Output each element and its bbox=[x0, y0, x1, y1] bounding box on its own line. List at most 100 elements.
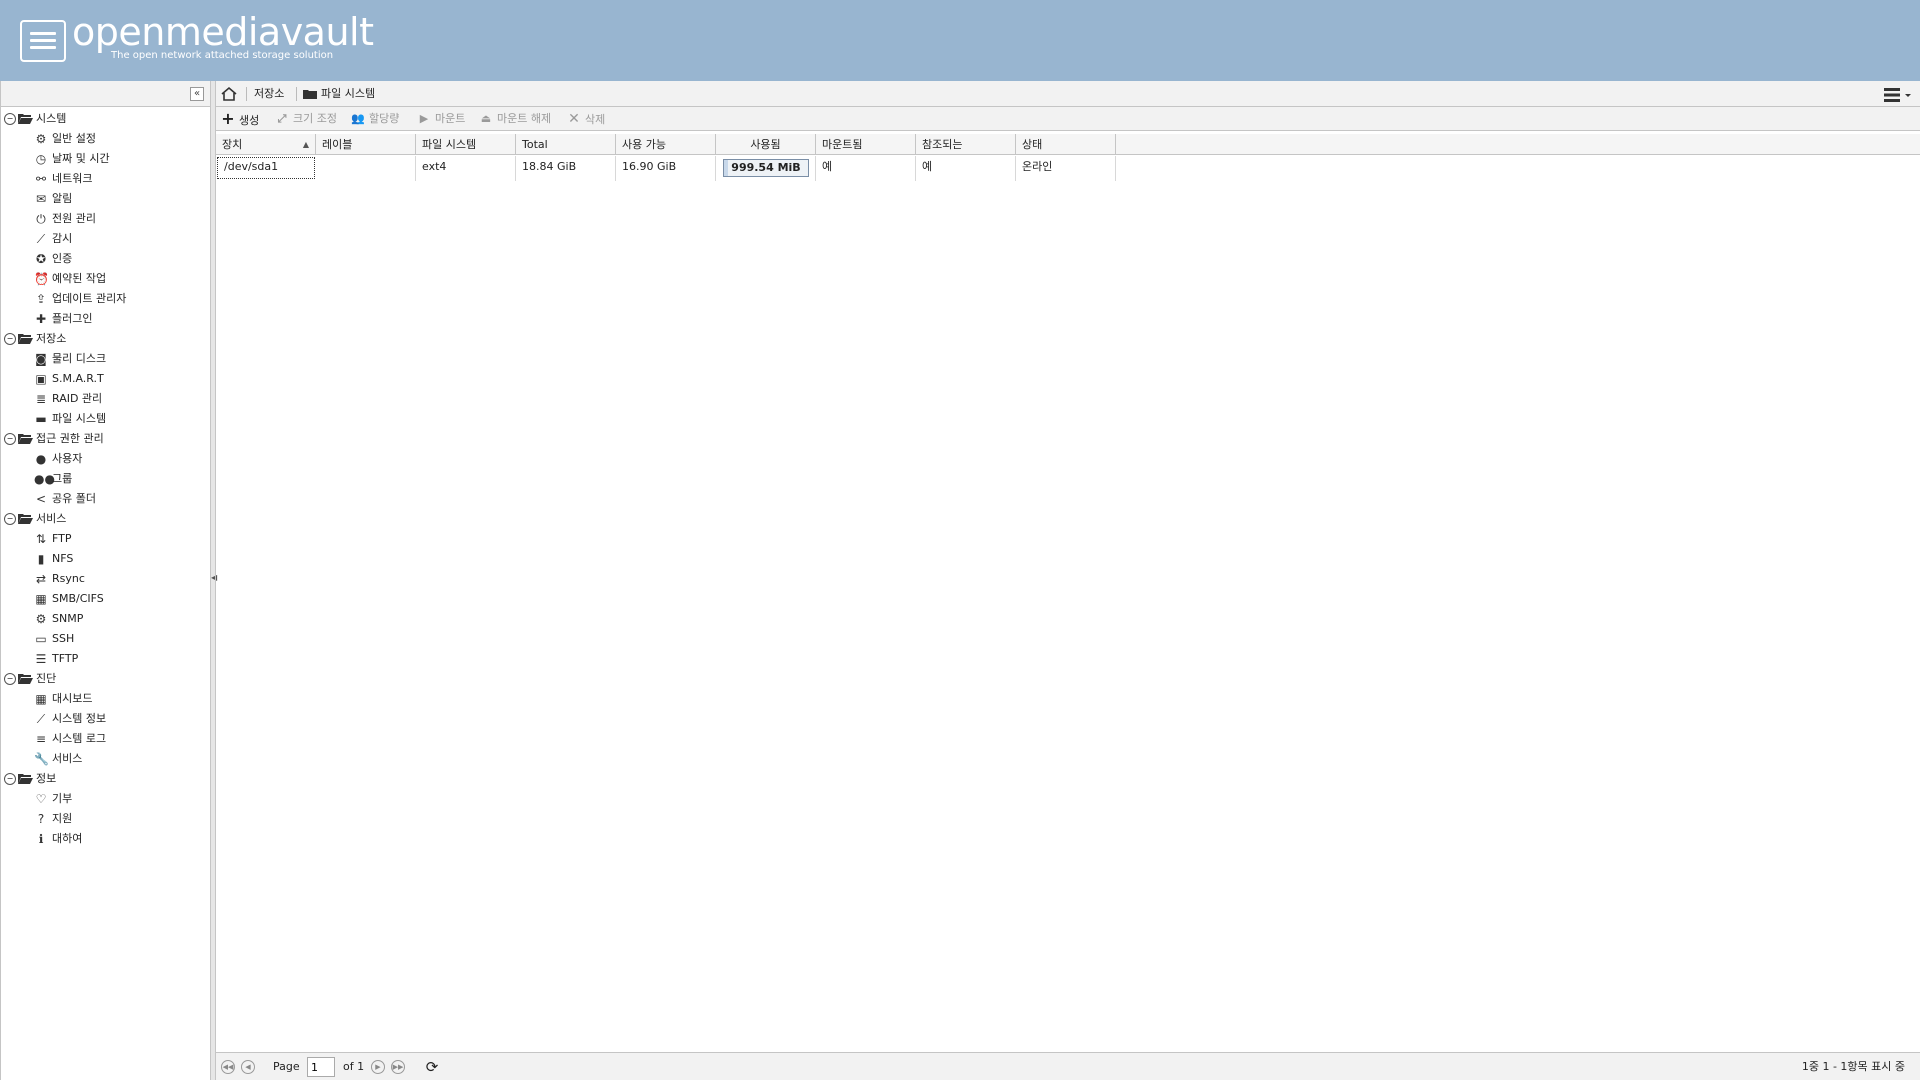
create-button[interactable]: + 생성 bbox=[220, 107, 259, 131]
sidebar-item-4-2[interactable]: ≡ 시스템 로그 bbox=[1, 729, 210, 749]
terminal-icon: ▭ bbox=[35, 632, 47, 646]
gears-icon: ⚙ bbox=[35, 132, 47, 146]
unmount-button[interactable]: ⏏ 마운트 해제 bbox=[478, 107, 551, 131]
sidebar-item-0-2[interactable]: ⚯ 네트워크 bbox=[1, 169, 210, 189]
sidebar-item-label: SMB/CIFS bbox=[52, 592, 104, 605]
table-row[interactable]: /dev/sda1 ext4 18.84 GiB 16.90 GiB 999.5… bbox=[216, 156, 1116, 181]
column-header-status[interactable]: 상태 bbox=[1016, 134, 1116, 155]
sidebar-item-1-3[interactable]: ▬ 파일 시스템 bbox=[1, 409, 210, 429]
folder-open-icon bbox=[18, 114, 33, 124]
grid-body: /dev/sda1 ext4 18.84 GiB 16.90 GiB 999.5… bbox=[216, 156, 1920, 1052]
users-icon: ●● bbox=[34, 472, 55, 486]
quota-button[interactable]: 👥 할당량 bbox=[350, 107, 399, 131]
delete-button[interactable]: ✕ 삭제 bbox=[566, 107, 605, 131]
sidebar-group-3[interactable]: − 서비스 bbox=[1, 509, 210, 529]
sidebar-item-3-2[interactable]: ⇄ Rsync bbox=[1, 569, 210, 589]
play-icon: ▶ bbox=[419, 112, 429, 125]
sidebar-item-2-1[interactable]: ●● 그룹 bbox=[1, 469, 210, 489]
paging-toolbar: ◀◀ ◀ Page of 1 ▶ ▶▶ ⟳ 1중 1 - 1항목 표시 중 bbox=[216, 1052, 1920, 1080]
breadcrumb-storage[interactable]: 저장소 bbox=[254, 81, 284, 107]
prev-page-icon[interactable]: ◀ bbox=[241, 1060, 255, 1074]
users-icon: 👥 bbox=[351, 112, 365, 125]
sidebar-item-label: 인증 bbox=[52, 252, 73, 265]
sidebar-item-4-0[interactable]: ▦ 대시보드 bbox=[1, 689, 210, 709]
last-page-icon[interactable]: ▶▶ bbox=[391, 1060, 405, 1074]
main-menu-button[interactable] bbox=[20, 20, 66, 62]
sidebar-group-2[interactable]: − 접근 권한 관리 bbox=[1, 429, 210, 449]
sidebar-item-0-4[interactable]: ⏻ 전원 관리 bbox=[1, 209, 210, 229]
sidebar-item-3-1[interactable]: ▮ NFS bbox=[1, 549, 210, 569]
next-page-icon[interactable]: ▶ bbox=[371, 1060, 385, 1074]
breadcrumb-filesystems[interactable]: 파일 시스템 bbox=[321, 81, 375, 107]
column-header-mounted[interactable]: 마운트됨 bbox=[816, 134, 916, 155]
sidebar-item-3-0[interactable]: ⇅ FTP bbox=[1, 529, 210, 549]
sidebar-item-0-6[interactable]: ✪ 인증 bbox=[1, 249, 210, 269]
create-label: 생성 bbox=[239, 114, 260, 127]
sidebar-item-5-0[interactable]: ♡ 기부 bbox=[1, 789, 210, 809]
sidebar-item-0-9[interactable]: ✚ 플러그인 bbox=[1, 309, 210, 329]
grid-options-menu[interactable] bbox=[1884, 87, 1912, 103]
sidebar-item-0-1[interactable]: ◷ 날짜 및 시간 bbox=[1, 149, 210, 169]
sidebar-item-label: FTP bbox=[52, 532, 72, 545]
info-icon: ℹ bbox=[38, 832, 44, 846]
sidebar-group-label: 진단 bbox=[36, 672, 57, 685]
puzzle-icon: ✚ bbox=[35, 312, 47, 326]
first-page-icon[interactable]: ◀◀ bbox=[221, 1060, 235, 1074]
collapse-toggle-icon[interactable]: − bbox=[4, 673, 16, 685]
sort-asc-icon: ▲ bbox=[302, 140, 309, 149]
sidebar-group-0[interactable]: − 시스템 bbox=[1, 109, 210, 129]
sidebar-item-0-0[interactable]: ⚙ 일반 설정 bbox=[1, 129, 210, 149]
folder-open-icon bbox=[18, 514, 33, 524]
collapse-toggle-icon[interactable]: − bbox=[4, 773, 16, 785]
used-progress-fill bbox=[724, 160, 729, 176]
column-header-total[interactable]: Total bbox=[516, 134, 616, 155]
collapse-toggle-icon[interactable]: − bbox=[4, 513, 16, 525]
home-icon[interactable] bbox=[220, 81, 240, 107]
column-header-filesystem[interactable]: 파일 시스템 bbox=[416, 134, 516, 155]
sidebar-item-5-2[interactable]: ℹ 대하여 bbox=[1, 829, 210, 849]
cell-filesystem: ext4 bbox=[416, 156, 516, 181]
collapse-sidebar-button[interactable]: « bbox=[190, 87, 204, 101]
sidebar-item-label: 날짜 및 시간 bbox=[52, 152, 110, 165]
column-header-referenced[interactable]: 참조되는 bbox=[916, 134, 1016, 155]
sidebar-header: « bbox=[1, 81, 210, 107]
sidebar-group-4[interactable]: − 진단 bbox=[1, 669, 210, 689]
sidebar-item-1-2[interactable]: ≣ RAID 관리 bbox=[1, 389, 210, 409]
mount-button[interactable]: ▶ 마운트 bbox=[416, 107, 466, 131]
sidebar-item-5-1[interactable]: ? 지원 bbox=[1, 809, 210, 829]
column-header-label[interactable]: 레이블 bbox=[316, 134, 416, 155]
sidebar-item-2-2[interactable]: < 공유 폴더 bbox=[1, 489, 210, 509]
collapse-toggle-icon[interactable]: − bbox=[4, 113, 16, 125]
chart-line-icon: ⟋ bbox=[36, 232, 46, 246]
column-header-device[interactable]: 장치 ▲ bbox=[216, 134, 316, 155]
sidebar-item-3-6[interactable]: ☰ TFTP bbox=[1, 649, 210, 669]
sidebar-item-0-7[interactable]: ⏰ 예약된 작업 bbox=[1, 269, 210, 289]
sidebar-item-3-4[interactable]: ⚙ SNMP bbox=[1, 609, 210, 629]
sidebar-item-1-0[interactable]: ◙ 물리 디스크 bbox=[1, 349, 210, 369]
cell-status: 온라인 bbox=[1016, 156, 1116, 181]
sidebar-group-1[interactable]: − 저장소 bbox=[1, 329, 210, 349]
page-number-input[interactable] bbox=[307, 1057, 335, 1077]
column-header-available[interactable]: 사용 가능 bbox=[616, 134, 716, 155]
sidebar-item-3-5[interactable]: ▭ SSH bbox=[1, 629, 210, 649]
tftp-icon: ☰ bbox=[35, 652, 47, 666]
sidebar-item-0-3[interactable]: ✉ 알림 bbox=[1, 189, 210, 209]
column-header-used[interactable]: 사용됨 bbox=[716, 134, 816, 155]
sidebar-item-4-3[interactable]: 🔧 서비스 bbox=[1, 749, 210, 769]
collapse-toggle-icon[interactable]: − bbox=[4, 333, 16, 345]
sidebar-item-4-1[interactable]: ⟋ 시스템 정보 bbox=[1, 709, 210, 729]
sidebar-group-label: 접근 권한 관리 bbox=[36, 432, 104, 445]
network-icon: ⚯ bbox=[35, 172, 47, 186]
sidebar-group-5[interactable]: − 정보 bbox=[1, 769, 210, 789]
collapse-toggle-icon[interactable]: − bbox=[4, 433, 16, 445]
mount-label: 마운트 bbox=[435, 112, 466, 125]
refresh-icon[interactable]: ⟳ bbox=[423, 1058, 441, 1076]
cell-label bbox=[316, 156, 416, 181]
sidebar-item-3-3[interactable]: ▦ SMB/CIFS bbox=[1, 589, 210, 609]
sidebar-item-2-0[interactable]: ● 사용자 bbox=[1, 449, 210, 469]
sidebar-item-0-8[interactable]: ⇪ 업데이트 관리자 bbox=[1, 289, 210, 309]
resize-button[interactable]: ⤢ 크기 조정 bbox=[274, 107, 337, 131]
sidebar-item-label: 알림 bbox=[52, 192, 73, 205]
sidebar-item-0-5[interactable]: ⟋ 감시 bbox=[1, 229, 210, 249]
sidebar-item-1-1[interactable]: ▣ S.M.A.R.T bbox=[1, 369, 210, 389]
